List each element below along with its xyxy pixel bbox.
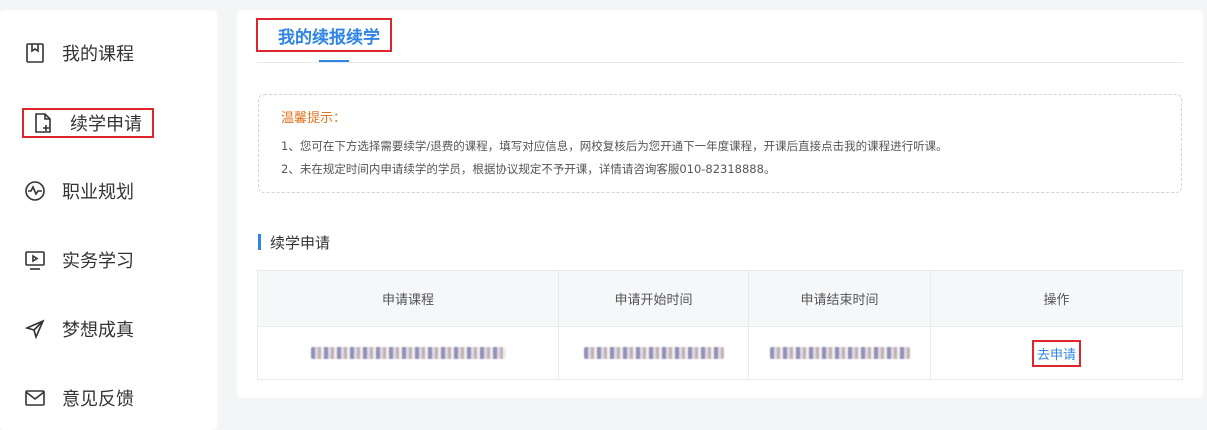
end-time-cell (749, 327, 931, 379)
tab-my-renewal[interactable]: 我的续报续学 (256, 18, 392, 52)
sidebar-item-career-planning[interactable]: 职业规划 (24, 175, 134, 207)
sidebar-item-label: 我的课程 (62, 44, 134, 65)
sidebar-item-label: 梦想成真 (62, 320, 134, 341)
sidebar-item-renewal-application[interactable]: 续学申请 (22, 108, 154, 138)
notice-line: 1、您可在下方选择需要续学/退费的课程，填写对应信息，网校复核后为您开通下一年度… (281, 139, 948, 153)
redacted-end-time (769, 347, 910, 359)
sidebar-item-dreams-come-true[interactable]: 梦想成真 (24, 313, 134, 345)
bookmark-icon (24, 42, 46, 64)
mail-icon (24, 387, 46, 409)
section-title-text: 续学申请 (270, 233, 331, 252)
action-cell: 去申请 (931, 327, 1182, 379)
apply-button[interactable]: 去申请 (1031, 339, 1081, 367)
start-time-cell (559, 327, 749, 379)
redacted-course-name (310, 347, 506, 359)
redacted-start-time (583, 347, 724, 359)
table-row: 去申请 (258, 326, 1182, 379)
sidebar-item-label: 职业规划 (62, 182, 134, 203)
send-icon (24, 318, 46, 340)
sidebar-item-feedback[interactable]: 意见反馈 (24, 382, 134, 414)
main-panel: 我的续报续学 温馨提示： 1、您可在下方选择需要续学/退费的课程，填写对应信息，… (237, 10, 1203, 398)
section-title: 续学申请 (258, 233, 331, 252)
table-header-row: 申请课程 申请开始时间 申请结束时间 操作 (258, 271, 1182, 326)
column-header: 操作 (1043, 293, 1070, 308)
sidebar-item-my-courses[interactable]: 我的课程 (24, 37, 134, 69)
monitor-icon (24, 249, 46, 271)
course-cell (258, 327, 559, 379)
column-header: 申请结束时间 (749, 271, 931, 326)
notice-box: 温馨提示： 1、您可在下方选择需要续学/退费的课程，填写对应信息，网校复核后为您… (258, 94, 1182, 193)
file-add-icon (32, 112, 54, 134)
pulse-icon (24, 180, 46, 202)
column-header: 申请课程 (258, 271, 559, 326)
sidebar: 我的课程 续学申请 职业规划 实务学习 梦想成真 意见反馈 (0, 10, 217, 430)
notice-title: 温馨提示： (281, 111, 347, 126)
section-accent-bar (258, 234, 261, 250)
renewal-table: 申请课程 申请开始时间 申请结束时间 操作 去申请 (257, 270, 1183, 380)
sidebar-item-label: 实务学习 (62, 251, 134, 272)
sidebar-item-label: 意见反馈 (62, 389, 134, 410)
tab-divider (257, 62, 1183, 63)
notice-line: 2、未在规定时间内申请续学的学员，根据协议规定不予开课，详情请咨询客服010-8… (281, 162, 776, 176)
sidebar-item-label: 续学申请 (70, 114, 142, 135)
column-header: 申请开始时间 (559, 271, 749, 326)
sidebar-item-practical-learning[interactable]: 实务学习 (24, 244, 134, 276)
